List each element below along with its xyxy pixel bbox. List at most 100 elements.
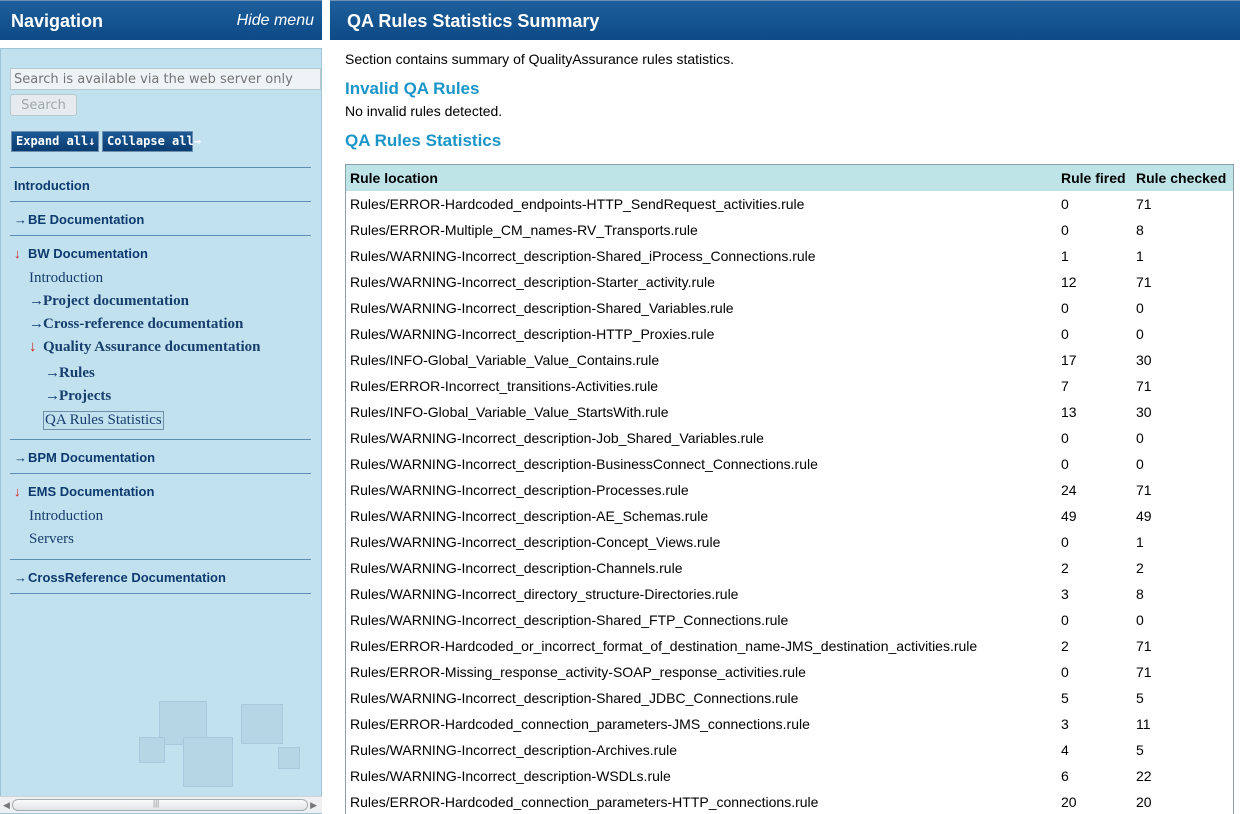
cell-rule-location: Rules/WARNING-Incorrect_description-Job_… xyxy=(350,430,764,446)
column-header-rule-fired: Rule fired xyxy=(1057,165,1132,191)
cell-rule-checked: 5 xyxy=(1136,690,1144,706)
table-row: Rules/ERROR-Missing_response_activity-SO… xyxy=(346,659,1233,685)
cell-rule-location: Rules/WARNING-Incorrect_description-Conc… xyxy=(350,534,721,550)
table-row: Rules/WARNING-Incorrect_description-Shar… xyxy=(346,295,1233,321)
cell-rule-checked: 0 xyxy=(1136,326,1144,342)
nav-title: Navigation xyxy=(11,11,104,31)
divider xyxy=(10,473,311,474)
cell-rule-location: Rules/WARNING-Incorrect_description-Shar… xyxy=(350,248,816,264)
nav-item-bpm-documentation[interactable]: →BPM Documentation xyxy=(14,450,155,465)
table-row: Rules/ERROR-Hardcoded_or_incorrect_forma… xyxy=(346,633,1233,659)
nav-item-label: EMS Documentation xyxy=(28,484,155,499)
invalid-rules-heading: Invalid QA Rules xyxy=(345,79,480,98)
cell-rule-location: Rules/ERROR-Hardcoded_connection_paramet… xyxy=(350,716,810,732)
nav-horizontal-scrollbar[interactable]: ◀ ||| ▶ xyxy=(0,796,322,813)
arrow-down-icon: ↓ xyxy=(29,339,37,355)
nav-item-quality-assurance-documentation[interactable]: ↓ Quality Assurance documentation xyxy=(29,339,261,356)
scroll-left-icon[interactable]: ◀ xyxy=(3,800,10,811)
cell-rule-fired: 0 xyxy=(1061,612,1069,628)
hide-menu-link[interactable]: Hide menu xyxy=(237,12,314,30)
cell-rule-checked: 8 xyxy=(1136,586,1144,602)
table-row: Rules/WARNING-Incorrect_description-Star… xyxy=(346,269,1233,295)
nav-item-introduction[interactable]: Introduction xyxy=(14,178,90,193)
arrow-down-icon: ↓ xyxy=(14,484,21,499)
search-input[interactable] xyxy=(10,68,321,90)
nav-item-bw-introduction[interactable]: Introduction xyxy=(29,270,103,287)
cell-rule-fired: 2 xyxy=(1061,638,1069,654)
cell-rule-location: Rules/ERROR-Multiple_CM_names-RV_Transpo… xyxy=(350,222,698,238)
nav-item-label: BE Documentation xyxy=(28,212,145,227)
main-header: QA Rules Statistics Summary xyxy=(330,0,1240,40)
nav-item-project-documentation[interactable]: →Project documentation xyxy=(29,293,189,310)
divider xyxy=(10,559,311,560)
collapse-all-button[interactable]: Collapse all→ xyxy=(102,131,201,152)
cell-rule-location: Rules/WARNING-Incorrect_description-WSDL… xyxy=(350,768,671,784)
table-body: Rules/ERROR-Hardcoded_endpoints-HTTP_Sen… xyxy=(346,191,1233,814)
cell-rule-checked: 22 xyxy=(1136,768,1152,784)
cell-rule-fired: 12 xyxy=(1061,274,1077,290)
cell-rule-fired: 3 xyxy=(1061,716,1069,732)
table-header-row: Rule location Rule fired Rule checked xyxy=(346,165,1233,191)
nav-item-label: Rules xyxy=(59,365,95,381)
arrow-down-icon: ↓ xyxy=(14,246,21,261)
search-button[interactable]: Search xyxy=(10,94,77,116)
nav-item-label: Projects xyxy=(59,388,112,404)
expand-all-button[interactable]: Expand all↓ xyxy=(11,131,99,152)
nav-item-be-documentation[interactable]: →BE Documentation xyxy=(14,212,144,227)
cell-rule-location: Rules/INFO-Global_Variable_Value_StartsW… xyxy=(350,404,669,420)
nav-item-bw-documentation[interactable]: ↓ BW Documentation xyxy=(14,246,148,261)
nav-item-servers[interactable]: Servers xyxy=(29,531,74,548)
cell-rule-fired: 0 xyxy=(1061,430,1069,446)
statistics-table-container: Rule location Rule fired Rule checked Ru… xyxy=(345,164,1234,814)
nav-item-label: CrossReference Documentation xyxy=(28,570,226,585)
table-row: Rules/WARNING-Incorrect_description-Busi… xyxy=(346,451,1233,477)
cell-rule-checked: 71 xyxy=(1136,638,1152,654)
cell-rule-location: Rules/WARNING-Incorrect_description-Arch… xyxy=(350,742,678,758)
cell-rule-location: Rules/WARNING-Incorrect_directory_struct… xyxy=(350,586,739,602)
cell-rule-checked: 1 xyxy=(1136,248,1144,264)
arrow-right-icon: → xyxy=(29,293,44,309)
cell-rule-fired: 0 xyxy=(1061,196,1069,212)
table-row: Rules/WARNING-Incorrect_description-Conc… xyxy=(346,529,1233,555)
invalid-rules-text: No invalid rules detected. xyxy=(345,103,503,119)
cell-rule-checked: 71 xyxy=(1136,482,1152,498)
arrow-right-icon: → xyxy=(45,388,60,404)
cell-rule-location: Rules/ERROR-Hardcoded_or_incorrect_forma… xyxy=(350,638,978,654)
cell-rule-location: Rules/ERROR-Incorrect_transitions-Activi… xyxy=(350,378,659,394)
nav-item-qa-rules-statistics[interactable]: QA Rules Statistics xyxy=(43,411,164,430)
nav-item-rules[interactable]: →Rules xyxy=(45,365,95,382)
table-row: Rules/WARNING-Incorrect_description-Proc… xyxy=(346,477,1233,503)
table-row: Rules/WARNING-Incorrect_description-HTTP… xyxy=(346,321,1233,347)
cell-rule-fired: 5 xyxy=(1061,690,1069,706)
scroll-right-icon[interactable]: ▶ xyxy=(310,800,317,811)
cell-rule-location: Rules/WARNING-Incorrect_description-HTTP… xyxy=(350,326,715,342)
nav-item-crossreference-documentation[interactable]: →CrossReference Documentation xyxy=(14,570,226,585)
nav-item-projects[interactable]: →Projects xyxy=(45,388,111,405)
table-row: Rules/ERROR-Hardcoded_connection_paramet… xyxy=(346,789,1233,814)
cell-rule-checked: 0 xyxy=(1136,430,1144,446)
cell-rule-location: Rules/WARNING-Incorrect_description-AE_S… xyxy=(350,508,709,524)
cell-rule-location: Rules/ERROR-Missing_response_activity-SO… xyxy=(350,664,806,680)
cell-rule-checked: 71 xyxy=(1136,378,1152,394)
table-row: Rules/WARNING-Incorrect_directory_struct… xyxy=(346,581,1233,607)
arrow-right-icon: → xyxy=(29,316,44,332)
divider xyxy=(10,593,311,594)
cell-rule-fired: 0 xyxy=(1061,326,1069,342)
table-row: Rules/WARNING-Incorrect_description-Shar… xyxy=(346,243,1233,269)
table-row: Rules/ERROR-Incorrect_transitions-Activi… xyxy=(346,373,1233,399)
cell-rule-location: Rules/INFO-Global_Variable_Value_Contain… xyxy=(350,352,660,368)
nav-panel: Search Expand all↓ Collapse all→ Introdu… xyxy=(0,48,322,814)
page-title: QA Rules Statistics Summary xyxy=(347,11,600,31)
cell-rule-fired: 0 xyxy=(1061,456,1069,472)
table-row: Rules/WARNING-Incorrect_description-WSDL… xyxy=(346,763,1233,789)
nav-item-label: BW Documentation xyxy=(28,246,148,261)
nav-item-ems-documentation[interactable]: ↓ EMS Documentation xyxy=(14,484,154,499)
table-row: Rules/WARNING-Incorrect_description-Chan… xyxy=(346,555,1233,581)
cell-rule-fired: 24 xyxy=(1061,482,1077,498)
cell-rule-location: Rules/WARNING-Incorrect_description-Proc… xyxy=(350,482,689,498)
nav-item-ems-introduction[interactable]: Introduction xyxy=(29,508,103,525)
scrollbar-thumb[interactable]: ||| xyxy=(12,799,308,811)
cell-rule-checked: 8 xyxy=(1136,222,1144,238)
nav-item-cross-reference-documentation[interactable]: →Cross-reference documentation xyxy=(29,316,243,333)
divider xyxy=(10,167,311,168)
